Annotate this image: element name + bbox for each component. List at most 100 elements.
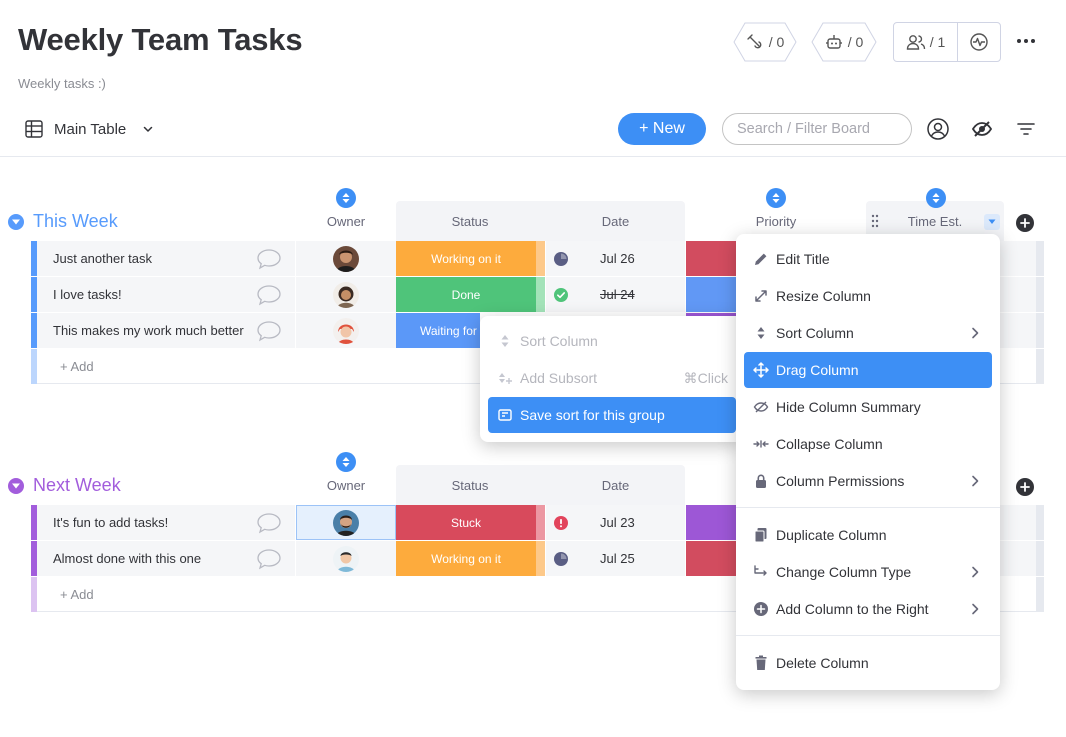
table-icon: [24, 119, 44, 139]
new-item-button[interactable]: + New: [618, 113, 706, 145]
group-header-next-week[interactable]: Next Week: [8, 475, 121, 496]
column-header-date[interactable]: Date: [546, 214, 685, 229]
group-title[interactable]: Next Week: [33, 475, 121, 496]
status-cell-edge: [536, 241, 545, 276]
item-name[interactable]: It's fun to add tasks!: [53, 515, 168, 530]
owner-cell[interactable]: [296, 277, 396, 312]
more-options-icon[interactable]: [1014, 29, 1038, 53]
column-header-time-est[interactable]: Time Est.: [885, 214, 985, 229]
column-header-owner[interactable]: Owner: [296, 478, 396, 493]
group-title[interactable]: This Week: [33, 211, 118, 232]
deadline-clock-icon: [554, 551, 568, 566]
sort-indicator-icon[interactable]: [336, 188, 356, 208]
item-name[interactable]: This makes my work much better: [53, 323, 244, 338]
members-button[interactable]: / 1: [894, 23, 958, 61]
menu-item-drag-column[interactable]: Drag Column: [744, 352, 992, 388]
menu-item-label: Column Permissions: [776, 473, 905, 489]
date-cell[interactable]: Jul 25: [546, 541, 685, 576]
hide-columns-icon[interactable]: [970, 117, 994, 141]
date-cell[interactable]: Jul 26: [546, 241, 685, 276]
automations-button[interactable]: / 0: [811, 22, 877, 62]
integrations-icon: [746, 33, 764, 51]
main-table-view-tab[interactable]: Main Table: [24, 118, 154, 140]
comment-bubble-icon[interactable]: [256, 320, 282, 342]
menu-item-hide-column-summary[interactable]: Hide Column Summary: [744, 389, 992, 425]
item-name[interactable]: Just another task: [53, 251, 152, 266]
add-column-icon[interactable]: [1016, 214, 1034, 232]
menu-item-duplicate-column[interactable]: Duplicate Column: [744, 517, 992, 553]
avatar[interactable]: [333, 245, 359, 272]
menu-item-collapse-column[interactable]: Collapse Column: [744, 426, 992, 462]
status-cell-edge: [536, 277, 545, 312]
collapse-group-icon[interactable]: [8, 213, 24, 230]
status-cell[interactable]: Working on it: [396, 541, 536, 576]
column-header-status[interactable]: Status: [396, 478, 544, 493]
option-label: Sort Column: [520, 333, 598, 349]
menu-item-delete-column[interactable]: Delete Column: [744, 645, 992, 681]
add-subsort-option[interactable]: Add Subsort ⌘Click: [488, 360, 736, 396]
collapse-icon: [753, 436, 769, 452]
row-end-cell: [1036, 313, 1044, 348]
people-icon: [906, 33, 926, 51]
avatar[interactable]: [333, 509, 359, 536]
priority-cell[interactable]: [686, 505, 736, 540]
status-cell[interactable]: Stuck: [396, 505, 536, 540]
sort-column-option[interactable]: Sort Column: [488, 323, 736, 359]
column-header-date[interactable]: Date: [546, 478, 685, 493]
search-input[interactable]: [722, 113, 912, 145]
menu-item-edit-title[interactable]: Edit Title: [744, 241, 992, 277]
priority-cell[interactable]: [686, 277, 736, 312]
date-cell[interactable]: Jul 23: [546, 505, 685, 540]
robot-icon: [825, 33, 843, 51]
comment-bubble-icon[interactable]: [256, 284, 282, 306]
menu-item-column-permissions[interactable]: Column Permissions: [744, 463, 992, 499]
board-description[interactable]: Weekly tasks :): [18, 76, 106, 91]
menu-item-resize-column[interactable]: Resize Column: [744, 278, 992, 314]
add-item-row[interactable]: + Add: [37, 349, 480, 384]
owner-cell[interactable]: [296, 241, 396, 276]
menu-item-change-column-type[interactable]: Change Column Type: [744, 554, 992, 590]
comment-bubble-icon[interactable]: [256, 512, 282, 534]
priority-cell[interactable]: [686, 241, 736, 276]
status-cell[interactable]: Done: [396, 277, 536, 312]
group-header-this-week[interactable]: This Week: [8, 211, 118, 232]
person-filter-icon[interactable]: [926, 117, 950, 141]
column-menu-toggle-icon[interactable]: [984, 214, 1000, 230]
comment-bubble-icon[interactable]: [256, 248, 282, 270]
column-header-owner[interactable]: Owner: [296, 214, 396, 229]
date-cell[interactable]: Jul 24: [546, 277, 685, 312]
filter-icon[interactable]: [1014, 117, 1038, 141]
comment-bubble-icon[interactable]: [256, 548, 282, 570]
owner-cell[interactable]: [296, 541, 396, 576]
chevron-down-icon[interactable]: [142, 123, 154, 135]
add-column-icon[interactable]: [1016, 478, 1034, 496]
item-name[interactable]: I love tasks!: [53, 287, 122, 302]
integrations-button[interactable]: / 0: [733, 22, 797, 62]
priority-cell[interactable]: [686, 541, 736, 576]
owner-cell[interactable]: [296, 313, 396, 348]
column-header-status[interactable]: Status: [396, 214, 544, 229]
status-cell[interactable]: Waiting for review: [396, 313, 480, 348]
owner-cell[interactable]: [296, 505, 396, 540]
save-sort-option[interactable]: Save sort for this group: [488, 397, 736, 433]
menu-item-sort-column[interactable]: Sort Column: [744, 315, 992, 351]
sort-indicator-icon[interactable]: [926, 188, 946, 208]
date-text: Jul 23: [600, 515, 635, 530]
item-name[interactable]: Almost done with this one: [53, 551, 201, 566]
column-header-priority[interactable]: Priority: [726, 214, 826, 229]
chevron-right-icon: [968, 565, 982, 579]
avatar[interactable]: [333, 545, 359, 572]
status-cell[interactable]: Working on it: [396, 241, 536, 276]
menu-item-label: Drag Column: [776, 362, 859, 378]
avatar[interactable]: [333, 281, 359, 308]
activity-button[interactable]: [958, 23, 1000, 61]
sort-indicator-icon[interactable]: [766, 188, 786, 208]
drag-handle-icon[interactable]: [870, 213, 880, 229]
menu-item-add-column-right[interactable]: Add Column to the Right: [744, 591, 992, 627]
board-title[interactable]: Weekly Team Tasks: [18, 22, 303, 58]
collapse-group-icon[interactable]: [8, 477, 24, 494]
drag-icon: [753, 362, 769, 378]
avatar[interactable]: [333, 317, 359, 344]
add-item-row[interactable]: + Add: [37, 577, 736, 612]
sort-indicator-icon[interactable]: [336, 452, 356, 472]
